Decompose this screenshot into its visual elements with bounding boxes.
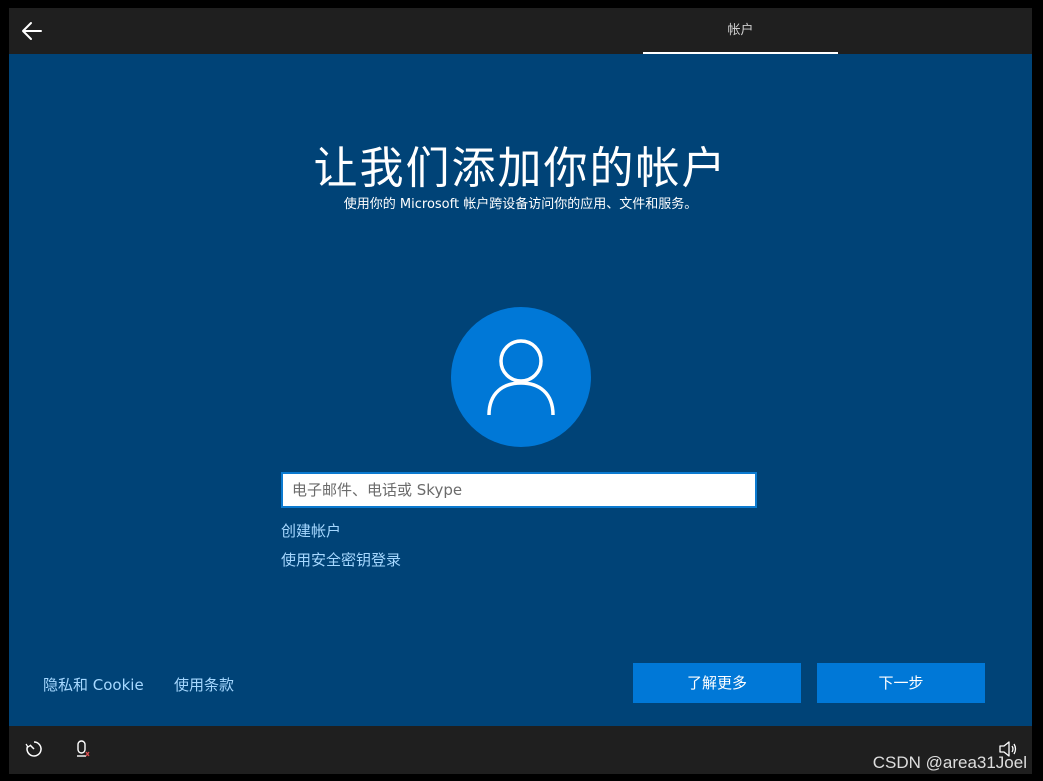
user-icon [487,339,555,416]
accessibility-button[interactable] [23,738,45,760]
page-subtitle: 使用你的 Microsoft 帐户跨设备访问你的应用、文件和服务。 [343,197,698,212]
microphone-icon [77,740,90,757]
back-arrow-icon [22,22,42,40]
learn-more-button[interactable]: 了解更多 [633,663,801,703]
next-button[interactable]: 下一步 [817,663,985,703]
terms-of-use-link[interactable]: 使用条款 [174,674,234,695]
accessibility-icon [25,741,42,757]
microphone-button[interactable] [71,738,93,760]
page-title: 让我们添加你的帐户 [313,143,728,194]
email-input[interactable] [281,472,757,508]
oobe-window: 帐户 让我们添加你的帐户 使用你的 Microsoft 帐户跨设备访问你的应用、… [9,8,1032,774]
top-bar: 帐户 [9,8,1032,54]
security-key-link[interactable]: 使用安全密钥登录 [281,549,401,570]
back-button[interactable] [19,18,47,44]
tab-account[interactable]: 帐户 [643,8,838,54]
create-account-link[interactable]: 创建帐户 [281,520,341,541]
main-panel: 让我们添加你的帐户 使用你的 Microsoft 帐户跨设备访问你的应用、文件和… [9,54,1032,726]
watermark-text: CSDN @area31Joel [872,753,1027,772]
privacy-cookie-link[interactable]: 隐私和 Cookie [43,674,144,695]
avatar [451,307,591,447]
